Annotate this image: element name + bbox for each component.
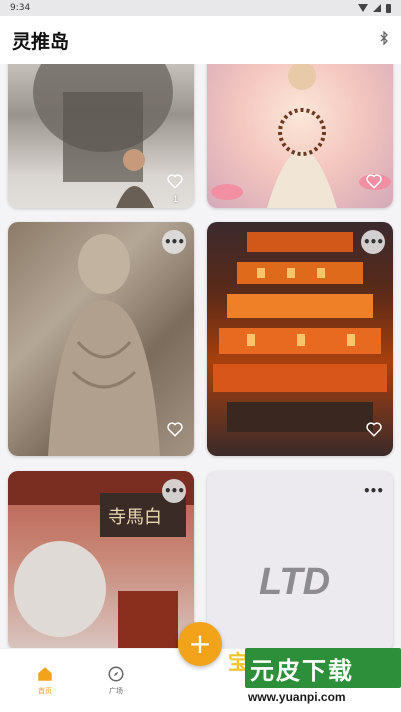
home-icon [38, 667, 52, 681]
wifi-icon [358, 4, 368, 12]
feed-card[interactable] [207, 64, 393, 208]
more-options-button[interactable]: ••• [361, 230, 385, 254]
status-time: 9:34 [10, 3, 31, 13]
nav-plaza[interactable]: 广场 [96, 665, 136, 696]
signal-icon [373, 4, 381, 12]
like-count: 1 [172, 194, 178, 204]
app-bar: 灵推岛 [0, 16, 401, 64]
heart-outline-icon[interactable] [166, 172, 184, 190]
nav-plaza-label: 广场 [109, 687, 123, 695]
create-post-button[interactable]: + [178, 622, 222, 666]
watermark-url: www.yuanpi.com [248, 690, 346, 704]
image-feed[interactable]: 1 ••• ••• 寺馬白 ••• LTD ••• [0, 64, 401, 648]
feed-card[interactable]: ••• [8, 222, 194, 456]
feed-card[interactable]: LTD ••• [207, 471, 393, 648]
feed-card[interactable]: 寺馬白 ••• [8, 471, 194, 648]
feed-card[interactable]: ••• [207, 222, 393, 456]
app-title: 灵推岛 [12, 30, 70, 53]
nav-home[interactable]: 首页 [25, 665, 65, 696]
heart-outline-icon[interactable] [365, 420, 383, 438]
bluetooth-icon [379, 30, 389, 49]
nav-home-label: 首页 [38, 687, 52, 695]
watermark-title: 元皮下载 [250, 657, 354, 685]
svg-text:寺馬白: 寺馬白 [108, 507, 162, 528]
heart-outline-icon[interactable] [166, 420, 184, 438]
more-options-button[interactable]: ••• [361, 479, 385, 503]
feed-card[interactable]: 1 [8, 64, 194, 208]
battery-icon [386, 3, 391, 13]
more-options-button[interactable]: ••• [162, 479, 186, 503]
app-screen: 9:34 灵推岛 1 ••• ••• 寺馬白 ••• LTD ••• 首页 广场… [0, 0, 401, 712]
ltd-logo: LTD [259, 561, 331, 603]
watermark-logo: 宝 元皮下载 www.yuanpi.com [228, 646, 401, 712]
more-options-button[interactable]: ••• [162, 230, 186, 254]
status-icons [358, 3, 391, 13]
compass-icon [108, 666, 124, 682]
status-bar: 9:34 [0, 0, 401, 16]
heart-outline-icon[interactable] [365, 172, 383, 190]
